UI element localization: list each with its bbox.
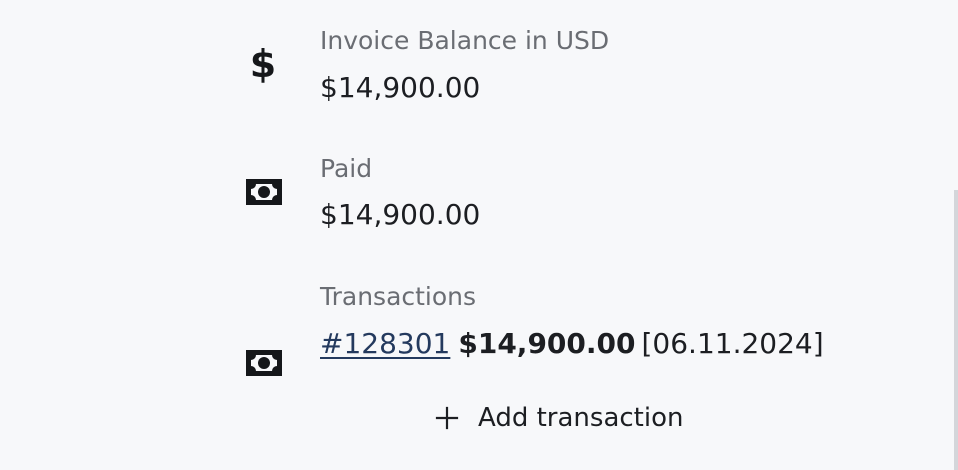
- money-icon: [246, 350, 282, 376]
- transaction-date: [06.11.2024]: [641, 327, 824, 360]
- paid-label: Paid: [320, 154, 373, 183]
- scrollbar-edge: [954, 190, 958, 470]
- transaction-id-link[interactable]: #128301: [320, 327, 450, 360]
- transactions-label: Transactions: [320, 282, 477, 311]
- svg-text:$: $: [250, 42, 276, 86]
- balance-label: Invoice Balance in USD: [320, 26, 610, 55]
- add-transaction-label: Add transaction: [478, 403, 684, 433]
- paid-value: $14,900.00: [320, 198, 481, 231]
- plus-icon: [435, 406, 459, 430]
- transaction-row: #128301 $14,900.00 [06.11.2024]: [320, 327, 824, 361]
- balance-value: $14,900.00: [320, 71, 481, 104]
- transaction-amount: $14,900.00: [458, 327, 636, 360]
- add-transaction-button[interactable]: Add transaction: [434, 398, 683, 438]
- dollar-icon: $: [250, 42, 276, 86]
- money-icon: [246, 179, 282, 205]
- invoice-summary-panel: $ Invoice Balance in USD $14,900.00 Paid…: [0, 0, 958, 470]
